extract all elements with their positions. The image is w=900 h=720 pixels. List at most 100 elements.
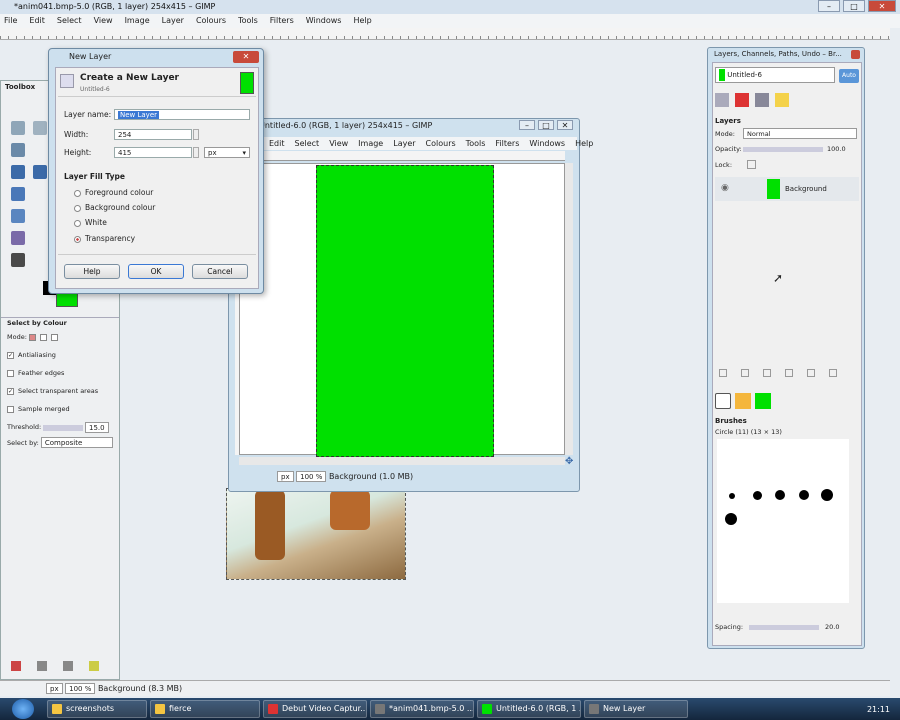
img-menu-help[interactable]: Help bbox=[575, 137, 593, 150]
img-menu-colours[interactable]: Colours bbox=[426, 137, 456, 150]
menu-colours[interactable]: Colours bbox=[196, 14, 226, 28]
img-menu-windows[interactable]: Windows bbox=[529, 137, 565, 150]
anchor-layer-icon[interactable] bbox=[807, 369, 815, 377]
fill-background-radio[interactable] bbox=[74, 204, 81, 212]
spacing-value[interactable]: 20.0 bbox=[825, 623, 839, 631]
image-unit-select[interactable]: px bbox=[277, 471, 294, 482]
auto-button[interactable]: Auto bbox=[839, 69, 859, 83]
tool-paths-icon[interactable] bbox=[11, 143, 25, 157]
lock-alpha-icon[interactable] bbox=[747, 160, 756, 169]
task-untitled[interactable]: Untitled-6.0 (RGB, 1 ... bbox=[477, 700, 581, 718]
tool-fuzzy-select-icon[interactable] bbox=[33, 165, 47, 179]
img-menu-layer[interactable]: Layer bbox=[393, 137, 415, 150]
visibility-eye-icon[interactable]: ◉ bbox=[721, 183, 729, 193]
reset-options-icon[interactable] bbox=[89, 661, 99, 671]
image-vertical-scrollbar[interactable] bbox=[565, 163, 573, 455]
threshold-value[interactable]: 15.0 bbox=[85, 422, 109, 433]
background-image-canvas[interactable] bbox=[226, 488, 406, 580]
layer-row-background[interactable]: ◉ Background bbox=[715, 177, 859, 201]
menu-windows[interactable]: Windows bbox=[306, 14, 342, 28]
image-selector-dropdown[interactable]: Untitled-6 bbox=[715, 67, 835, 83]
help-button[interactable]: Help bbox=[64, 264, 120, 279]
image-zoom-select[interactable]: 100 % bbox=[296, 471, 327, 482]
start-button-icon[interactable] bbox=[12, 699, 34, 719]
mode-subtract-icon[interactable] bbox=[50, 333, 58, 341]
unit-dropdown[interactable]: px ▾ bbox=[204, 147, 250, 158]
task-debut[interactable]: Debut Video Captur... bbox=[263, 700, 367, 718]
paths-tab-icon[interactable] bbox=[755, 93, 769, 107]
tool-text-icon[interactable] bbox=[11, 257, 25, 271]
tool-color-picker-icon[interactable] bbox=[11, 165, 25, 179]
menu-layer[interactable]: Layer bbox=[162, 14, 184, 28]
antialiasing-checkbox[interactable]: ✓ bbox=[7, 351, 14, 359]
delete-layer-icon[interactable] bbox=[829, 369, 837, 377]
select-by-dropdown[interactable]: Composite bbox=[40, 437, 113, 448]
cancel-button[interactable]: Cancel bbox=[192, 264, 248, 279]
raise-layer-icon[interactable] bbox=[741, 369, 749, 377]
restore-options-icon[interactable] bbox=[37, 661, 47, 671]
tool-rect-select-icon[interactable] bbox=[11, 121, 25, 135]
close-button[interactable]: ✕ bbox=[868, 0, 896, 12]
brush-grid[interactable] bbox=[717, 439, 849, 603]
minimize-button[interactable]: – bbox=[818, 0, 840, 12]
main-zoom-select[interactable]: 100 % bbox=[65, 683, 96, 694]
menu-tools[interactable]: Tools bbox=[238, 14, 258, 28]
layer-mode-dropdown[interactable]: Normal bbox=[743, 128, 857, 139]
img-menu-tools[interactable]: Tools bbox=[466, 137, 486, 150]
spacing-slider[interactable] bbox=[749, 625, 819, 630]
image-close-button[interactable]: ✕ bbox=[557, 120, 573, 130]
brush-dot[interactable] bbox=[799, 490, 809, 500]
img-menu-filters[interactable]: Filters bbox=[495, 137, 519, 150]
menu-select[interactable]: Select bbox=[57, 14, 82, 28]
height-field[interactable]: 415 bbox=[114, 147, 192, 158]
navigate-icon[interactable]: ✥ bbox=[565, 457, 575, 467]
maximize-button[interactable]: □ bbox=[843, 0, 865, 12]
brush-dot[interactable] bbox=[775, 490, 785, 500]
main-unit-select[interactable]: px bbox=[46, 683, 63, 694]
delete-options-icon[interactable] bbox=[63, 661, 73, 671]
feather-checkbox[interactable] bbox=[7, 369, 14, 377]
brush-dot[interactable] bbox=[821, 489, 833, 501]
fill-foreground-radio[interactable] bbox=[74, 189, 81, 197]
patterns-tab-icon[interactable] bbox=[735, 393, 751, 409]
channels-tab-icon[interactable] bbox=[735, 93, 749, 107]
tool-clone-icon[interactable] bbox=[11, 231, 25, 245]
select-transparent-checkbox[interactable]: ✓ bbox=[7, 387, 14, 395]
save-options-icon[interactable] bbox=[11, 661, 21, 671]
threshold-slider[interactable] bbox=[43, 425, 83, 431]
gradients-tab-icon[interactable] bbox=[755, 393, 771, 409]
menu-filters[interactable]: Filters bbox=[270, 14, 294, 28]
fill-transparency-radio[interactable] bbox=[74, 235, 81, 243]
menu-view[interactable]: View bbox=[94, 14, 113, 28]
fill-white-radio[interactable] bbox=[74, 219, 81, 227]
opacity-value[interactable]: 100.0 bbox=[827, 145, 846, 153]
brushes-tab-icon[interactable] bbox=[715, 393, 731, 409]
brush-dot[interactable] bbox=[753, 491, 762, 500]
img-menu-view[interactable]: View bbox=[329, 137, 348, 150]
undo-tab-icon[interactable] bbox=[775, 93, 789, 107]
ok-button[interactable]: OK bbox=[128, 264, 184, 279]
chain-link-icon[interactable] bbox=[194, 132, 198, 156]
tool-ellipse-select-icon[interactable] bbox=[33, 121, 47, 135]
task-fierce[interactable]: fierce bbox=[150, 700, 260, 718]
dialog-close-button[interactable]: ✕ bbox=[233, 51, 259, 63]
new-layer-icon-btn[interactable] bbox=[719, 369, 727, 377]
mode-add-icon[interactable] bbox=[39, 333, 47, 341]
duplicate-layer-icon[interactable] bbox=[785, 369, 793, 377]
sample-merged-checkbox[interactable] bbox=[7, 405, 14, 413]
brush-dot[interactable] bbox=[725, 513, 737, 525]
opacity-slider[interactable] bbox=[743, 147, 823, 152]
layer-name-field[interactable]: New Layer bbox=[114, 109, 250, 120]
image-horizontal-scrollbar[interactable] bbox=[239, 457, 565, 465]
img-menu-select[interactable]: Select bbox=[295, 137, 320, 150]
menu-image[interactable]: Image bbox=[125, 14, 150, 28]
tool-move-icon[interactable] bbox=[11, 187, 25, 201]
width-field[interactable]: 254 bbox=[114, 129, 192, 140]
dock-close-button[interactable] bbox=[851, 50, 860, 59]
task-new-layer[interactable]: New Layer bbox=[584, 700, 688, 718]
image-canvas[interactable] bbox=[239, 163, 565, 457]
menu-help[interactable]: Help bbox=[353, 14, 371, 28]
menu-edit[interactable]: Edit bbox=[29, 14, 45, 28]
task-anim041[interactable]: *anim041.bmp-5.0 ... bbox=[370, 700, 474, 718]
menu-file[interactable]: File bbox=[4, 14, 17, 28]
